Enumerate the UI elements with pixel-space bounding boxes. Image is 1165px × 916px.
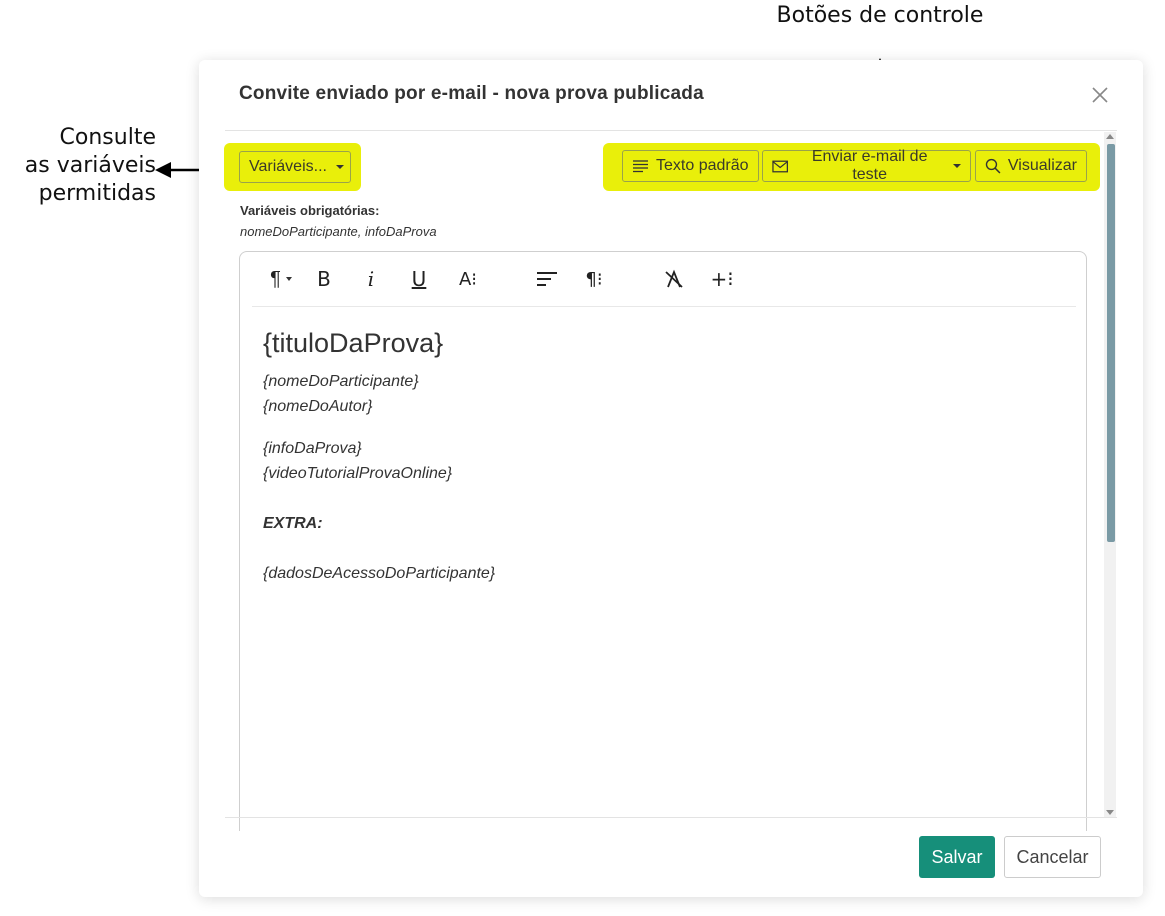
lines-icon bbox=[633, 160, 648, 173]
bold-icon: B bbox=[317, 267, 331, 291]
modal-title: Convite enviado por e-mail - nova prova … bbox=[239, 83, 704, 104]
search-icon bbox=[985, 158, 1001, 174]
variables-label: Variáveis... bbox=[249, 158, 327, 175]
variables-dropdown-button[interactable]: Variáveis... bbox=[239, 151, 351, 183]
paragraph-icon: ¶ bbox=[270, 267, 281, 290]
paragraph-style-dropdown[interactable]: ¶ bbox=[264, 266, 298, 292]
paragraph-format-button[interactable]: ¶⁝ bbox=[579, 266, 609, 292]
annotation-control-buttons: Botões de controle bbox=[776, 3, 984, 28]
email-template-modal: Convite enviado por e-mail - nova prova … bbox=[199, 60, 1143, 897]
chevron-down-icon bbox=[285, 277, 292, 281]
content-line: {dadosDeAcessoDoParticipante} bbox=[263, 565, 496, 582]
align-icon bbox=[537, 272, 557, 286]
editor-content[interactable]: {tituloDaProva} {nomeDoParticipante} {no… bbox=[263, 327, 1066, 586]
scrollbar-thumb[interactable] bbox=[1107, 144, 1115, 542]
insert-icon: +⁝ bbox=[710, 267, 734, 291]
clear-format-icon bbox=[665, 269, 683, 288]
italic-button[interactable]: i bbox=[359, 266, 383, 292]
insert-button[interactable]: +⁝ bbox=[707, 266, 737, 292]
annotation-variables: Consulte as variáveis permitidas bbox=[8, 124, 156, 208]
underline-icon: U bbox=[411, 267, 427, 291]
bold-button[interactable]: B bbox=[312, 266, 336, 292]
content-line: {nomeDoAutor} bbox=[263, 398, 373, 415]
required-variables-list: nomeDoParticipante, infoDaProva bbox=[240, 224, 437, 239]
content-line: {nomeDoParticipante} bbox=[263, 373, 419, 390]
annotation-line-1: Consulte bbox=[59, 125, 156, 150]
editor-toolbar: ¶ B i U A⁝ ¶⁝ +⁝ bbox=[252, 252, 1076, 307]
clear-format-button[interactable] bbox=[661, 266, 687, 292]
default-text-button[interactable]: Texto padrão bbox=[622, 150, 759, 182]
content-title: {tituloDaProva} bbox=[263, 328, 444, 358]
scroll-up-icon[interactable] bbox=[1106, 134, 1114, 139]
scroll-down-icon[interactable] bbox=[1106, 810, 1114, 815]
font-size-button[interactable]: A⁝ bbox=[453, 266, 483, 292]
chevron-down-icon bbox=[953, 164, 961, 168]
preview-label: Visualizar bbox=[1007, 157, 1077, 174]
annotation-line-3: permitidas bbox=[38, 181, 156, 206]
annotation-line-2: as variáveis bbox=[24, 153, 156, 178]
footer-divider bbox=[225, 817, 1117, 818]
preview-button[interactable]: Visualizar bbox=[975, 150, 1087, 182]
chevron-down-icon bbox=[335, 165, 344, 169]
cancel-button[interactable]: Cancelar bbox=[1004, 836, 1101, 878]
scrollbar[interactable] bbox=[1104, 132, 1116, 817]
content-line: {infoDaProva} bbox=[263, 440, 362, 457]
rich-text-editor[interactable]: ¶ B i U A⁝ ¶⁝ +⁝ {tituloDaProva} {nomeDo… bbox=[239, 251, 1087, 831]
content-line: {videoTutorialProvaOnline} bbox=[263, 465, 453, 482]
content-extra-heading: EXTRA: bbox=[263, 515, 323, 532]
default-text-label: Texto padrão bbox=[656, 157, 749, 174]
close-icon[interactable] bbox=[1089, 84, 1111, 106]
underline-button[interactable]: U bbox=[407, 266, 431, 292]
align-button[interactable] bbox=[534, 266, 560, 292]
envelope-icon bbox=[772, 160, 788, 172]
italic-icon: i bbox=[367, 267, 375, 291]
paragraph-format-icon: ¶⁝ bbox=[585, 268, 603, 290]
save-button[interactable]: Salvar bbox=[919, 836, 995, 878]
required-variables-label: Variáveis obrigatórias: bbox=[240, 203, 380, 218]
send-test-label: Enviar e-mail de teste bbox=[811, 148, 928, 183]
send-test-email-button[interactable]: Enviar e-mail de teste bbox=[762, 148, 971, 183]
header-divider bbox=[225, 130, 1117, 131]
font-size-icon: A⁝ bbox=[458, 268, 478, 290]
